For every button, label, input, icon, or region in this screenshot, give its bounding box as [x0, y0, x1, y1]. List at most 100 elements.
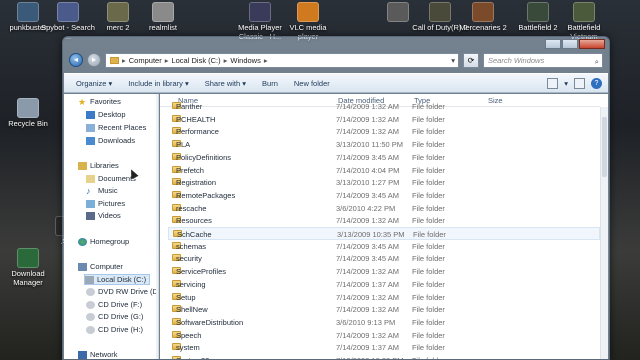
file-row[interactable]: Prefetch 7/14/2010 4:04 PM File folder	[168, 164, 600, 177]
close-button[interactable]	[579, 39, 605, 49]
nav-label: Network	[90, 350, 118, 359]
nav-homegroup[interactable]: Homegroup	[78, 237, 129, 246]
back-button[interactable]: ◂	[69, 53, 83, 67]
burn-button[interactable]: Burn	[262, 79, 278, 88]
scrollbar-thumb[interactable]	[602, 117, 607, 177]
breadcrumb-separator: ▸	[164, 55, 169, 65]
file-date: 7/14/2009 3:45 AM	[336, 190, 399, 200]
file-type: File folder	[412, 127, 445, 137]
file-type: File folder	[412, 190, 445, 200]
file-row[interactable]: servicing 7/14/2009 1:37 AM File folder	[168, 278, 600, 291]
shortcut-icon	[57, 2, 79, 22]
nav-libraries[interactable]: Libraries	[78, 161, 119, 170]
nav-desktop[interactable]: Desktop	[86, 110, 126, 119]
nav-downloads[interactable]: Downloads	[86, 136, 135, 145]
shortcut-icon	[107, 2, 129, 22]
file-date: 7/14/2009 1:32 AM	[336, 102, 399, 111]
nav-favorites[interactable]: ★ Favorites	[78, 97, 121, 106]
nav-documents[interactable]: Documents	[86, 174, 136, 183]
forward-button[interactable]: ▸	[87, 53, 101, 67]
file-name: schemas	[176, 241, 207, 251]
file-row[interactable]: SoftwareDistribution 3/6/2010 9:13 PM File…	[168, 316, 600, 329]
file-row[interactable]: security 7/14/2009 3:45 AM File folder	[168, 252, 600, 265]
file-row[interactable]: System32 7/13/2009 10:38 PM File folder	[168, 354, 600, 359]
nav-local-disk[interactable]: Local Disk (C:)	[84, 274, 151, 285]
nav-pictures[interactable]: Pictures	[86, 199, 125, 208]
desktop-shortcut[interactable]: Download Manager	[0, 248, 56, 287]
file-row[interactable]: PLA 3/13/2010 11:50 PM File folder	[168, 138, 600, 151]
shortcut-icon	[152, 2, 174, 22]
file-row[interactable]: Resources 7/14/2009 1:32 AM File folder	[168, 214, 600, 227]
desktop-shortcut[interactable]: Recycle Bin	[0, 98, 56, 129]
explorer-window: ◂ ▸ ▸ Computer ▸ Local Disk (C:) ▸ Windo…	[62, 36, 610, 360]
new-folder-button[interactable]: New folder	[294, 79, 330, 88]
minimize-button[interactable]	[545, 39, 561, 49]
file-row[interactable]: Panther 7/14/2009 1:32 AM File folder	[168, 100, 600, 113]
desktop-shortcut[interactable]: Mercenaries 2	[455, 2, 511, 33]
nav-scrollbar[interactable]	[156, 94, 158, 359]
file-row[interactable]: PolicyDefinitions 7/14/2009 3:45 AM File f…	[168, 151, 600, 164]
file-row[interactable]: schemas 7/14/2009 3:45 AM File folder	[168, 240, 600, 253]
share-with-button[interactable]: Share with ▾	[205, 79, 246, 88]
preview-pane-icon[interactable]	[574, 77, 585, 89]
shortcut-icon	[17, 2, 39, 22]
file-type: File folder	[412, 356, 445, 359]
file-row[interactable]: rescache 3/6/2010 4:22 PM File folder	[168, 202, 600, 215]
file-date: 7/14/2010 4:04 PM	[336, 165, 400, 175]
shortcut-icon	[297, 2, 319, 22]
file-row[interactable]: RemotePackages 7/14/2009 3:45 AM File fold…	[168, 189, 600, 202]
view-options-icon[interactable]	[547, 77, 559, 89]
nav-computer[interactable]: Computer	[78, 262, 123, 271]
file-row[interactable]: PCHEALTH 7/14/2009 1:32 AM File folder	[168, 113, 600, 126]
file-row[interactable]: Speech 7/14/2009 1:32 AM File folder	[168, 329, 600, 342]
desktop-shortcut[interactable]: realmlist	[135, 2, 191, 33]
nav-music[interactable]: ♪ Music	[86, 186, 118, 195]
file-date: 3/13/2010 1:27 PM	[336, 178, 400, 188]
nav-videos[interactable]: Videos	[86, 211, 121, 220]
nav-cd-drive-g[interactable]: CD Drive (G:)	[86, 312, 143, 321]
file-row[interactable]: Setup 7/14/2009 1:32 AM File folder	[168, 291, 600, 304]
file-row[interactable]: Performance 7/14/2009 1:32 AM File folder	[168, 125, 600, 138]
file-date: 7/14/2009 3:45 AM	[336, 254, 399, 264]
file-row[interactable]: system 7/14/2009 1:37 AM File folder	[168, 341, 600, 354]
nav-recent-places[interactable]: Recent Places	[86, 123, 146, 132]
file-list-scrollbar[interactable]	[600, 107, 608, 359]
shortcut-icon	[573, 2, 595, 22]
desktop-icon	[86, 110, 95, 119]
file-name: PCHEALTH	[176, 114, 216, 124]
star-icon: ★	[78, 96, 87, 107]
nav-label: Local Disk (C:)	[97, 275, 147, 284]
file-date: 3/6/2010 9:13 PM	[336, 317, 396, 327]
maximize-button[interactable]	[562, 39, 578, 49]
nav-network[interactable]: Network	[78, 350, 118, 359]
nav-dvd-drive[interactable]: DVD RW Drive (D	[86, 287, 158, 296]
cd-drive-icon	[86, 300, 95, 309]
file-name: servicing	[176, 279, 206, 289]
file-row[interactable]: ServiceProfiles 7/14/2009 1:32 AM File fol…	[168, 265, 600, 278]
search-input[interactable]: Search Windows ⌕	[483, 52, 603, 68]
file-row[interactable]: SchCache 3/13/2009 10:35 PM File folder	[168, 227, 600, 240]
file-row[interactable]: Registration 3/13/2010 1:27 PM File folder	[168, 176, 600, 189]
refresh-button[interactable]: ⟳	[463, 52, 479, 68]
nav-cd-drive-f[interactable]: CD Drive (F:)	[86, 300, 142, 309]
search-icon[interactable]: ⌕	[595, 55, 599, 68]
file-row[interactable]: ShellNew 7/14/2009 1:32 AM File folder	[168, 303, 600, 316]
breadcrumb-computer[interactable]: Computer	[129, 56, 162, 65]
file-name: security	[176, 254, 202, 264]
include-in-library-button[interactable]: Include in library ▾	[128, 79, 188, 88]
music-icon: ♪	[86, 185, 91, 196]
address-dropdown-icon[interactable]: ▾	[451, 56, 458, 65]
file-date: 7/14/2009 1:32 AM	[336, 305, 399, 315]
view-dropdown-icon[interactable]: ▾	[564, 79, 568, 88]
nav-cd-drive-h[interactable]: CD Drive (H:)	[86, 325, 143, 334]
address-bar[interactable]: ▸ Computer ▸ Local Disk (C:) ▸ Windows ▸…	[105, 52, 459, 68]
breadcrumb-local-disk[interactable]: Local Disk (C:)	[171, 56, 220, 65]
file-name: Setup	[176, 292, 196, 302]
file-date: 7/14/2009 1:32 AM	[336, 127, 399, 137]
file-date: 7/14/2009 3:45 AM	[336, 241, 399, 251]
shortcut-label: Download Manager	[11, 269, 45, 287]
window-controls	[545, 39, 605, 49]
help-icon[interactable]: ?	[591, 77, 602, 89]
organize-button[interactable]: Organize ▾	[76, 79, 112, 88]
breadcrumb-windows[interactable]: Windows	[230, 56, 260, 65]
